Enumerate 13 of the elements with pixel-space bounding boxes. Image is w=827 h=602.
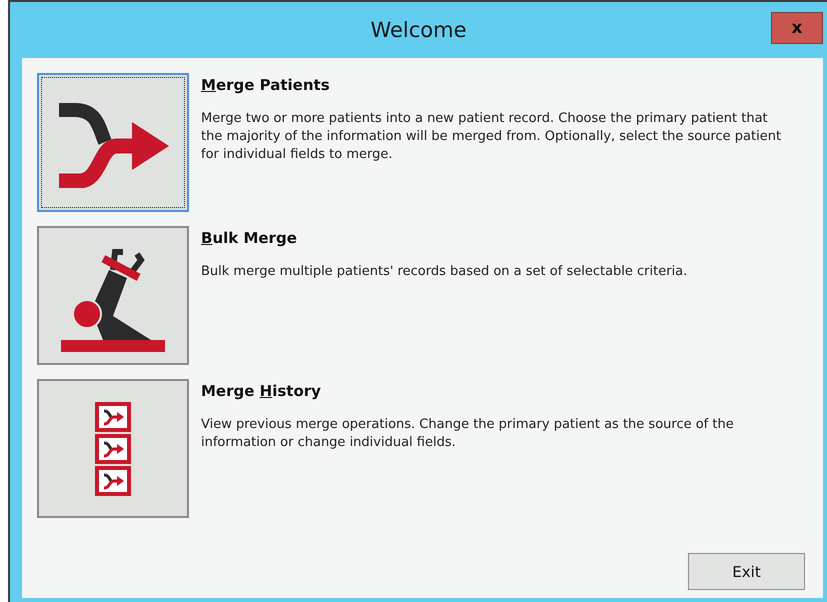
option-tile-button[interactable] [37,379,189,518]
exit-button[interactable]: Exit [688,553,805,590]
option-tile-button[interactable] [37,73,189,212]
option-description: Bulk merge multiple patients' records based on a set of selectable criteria. [201,263,688,281]
option-description: Merge two or more patients into a new patient record. Choose the primary patient that the majority of the information will be merged from. Optionally, select the source patient for individual fields to merge. [201,110,782,164]
option-description: View previous merge operations. Change the primary patient as the source of the information or change individual fields. [201,416,735,452]
close-button[interactable]: x [771,12,823,44]
option-title: Merge Patients [201,76,330,94]
history-list-icon [95,402,131,496]
option-tile-button[interactable] [37,226,189,365]
window-title: Welcome [370,18,467,42]
option-title: Bulk Merge [201,229,297,247]
option-title: Merge History [201,382,321,400]
